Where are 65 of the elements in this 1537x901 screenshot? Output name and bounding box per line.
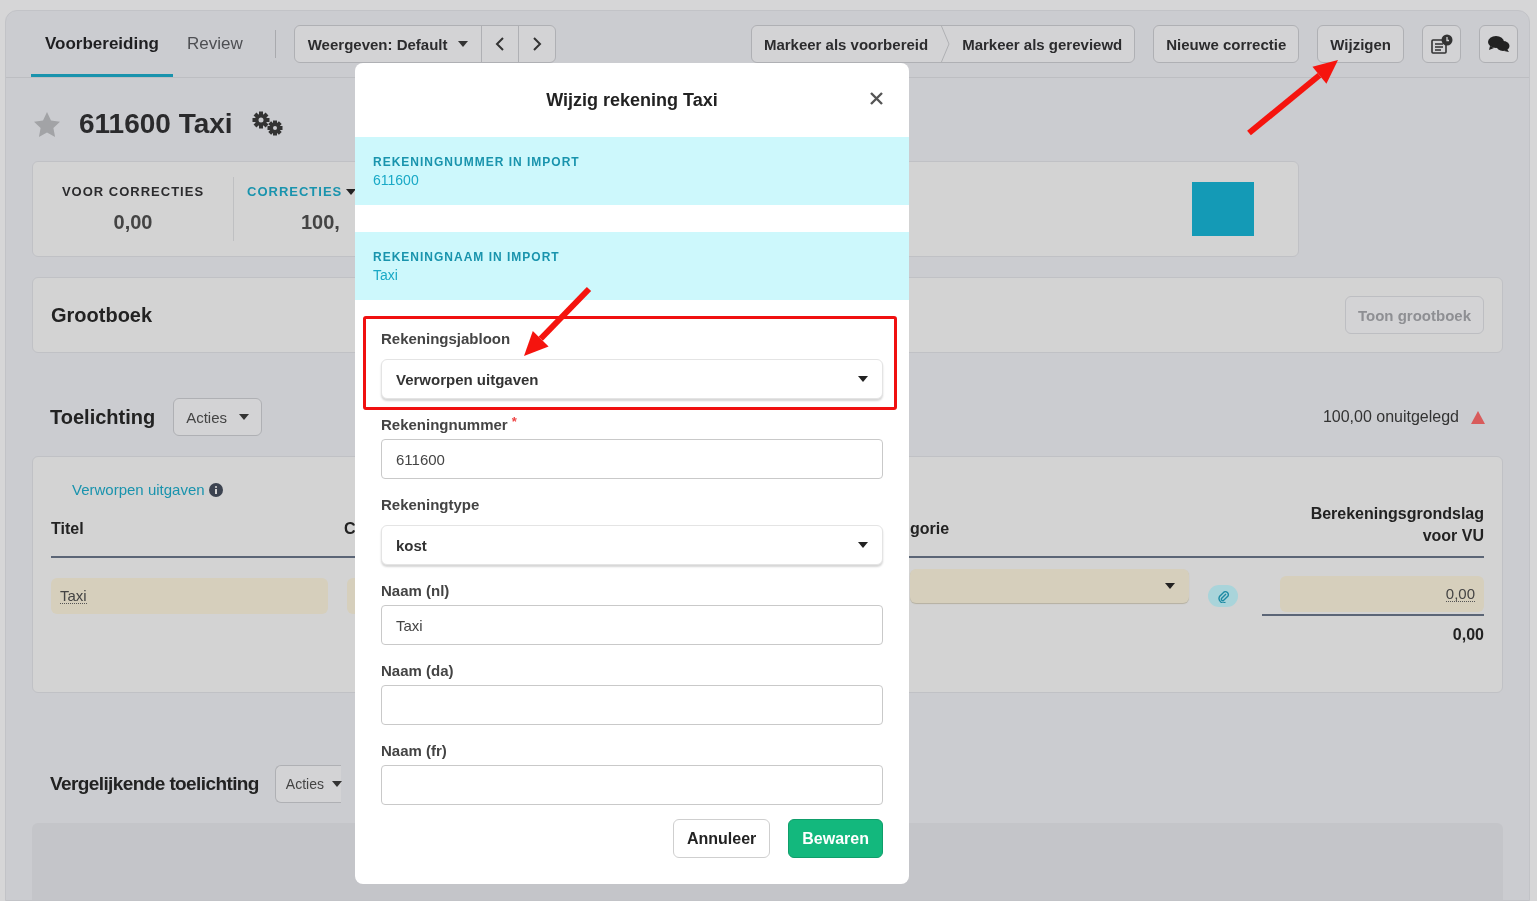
caret-icon	[346, 188, 357, 195]
paperclip-icon	[1217, 588, 1229, 603]
caret-icon	[457, 41, 468, 47]
chevron-left-icon	[494, 36, 505, 52]
close-button[interactable]	[870, 92, 883, 105]
status-button[interactable]: Markeer als gereviewd	[950, 26, 1135, 62]
account-title: 611600 Taxi	[79, 108, 233, 140]
history-button[interactable]	[1422, 25, 1461, 63]
field-label: Rekeningsjabloon	[381, 329, 511, 347]
section-title: Grootboek	[51, 303, 153, 327]
toolbar-button[interactable]: Wijzigen	[1317, 25, 1404, 63]
field-label: Rekeningtype	[381, 495, 480, 513]
status-button[interactable]: Markeer als voorbereid	[751, 26, 941, 62]
total-value: 0,00	[1262, 614, 1484, 644]
actions-dropdown[interactable]: Acties	[173, 398, 263, 436]
info-label: REKENINGNUMMER IN IMPORT	[373, 154, 581, 169]
info-value: Taxi	[373, 266, 399, 283]
required-mark: *	[511, 414, 517, 429]
field-label: Naam (fr)	[381, 741, 447, 759]
chevron-right-icon	[531, 36, 542, 52]
section-title: Vergelijkende toelichting	[50, 773, 259, 795]
gears-icon[interactable]	[250, 110, 285, 138]
list-clock-icon	[1430, 34, 1452, 54]
column-header: Berekeningsgrondslag voor VU	[1309, 504, 1484, 546]
tab[interactable]: Review	[173, 11, 257, 77]
summary-label: VOOR CORRECTIES	[61, 184, 205, 199]
select-field[interactable]: Verworpen uitgaven	[381, 359, 883, 399]
field-label: Naam (da)	[381, 661, 454, 679]
input-field[interactable]	[381, 685, 883, 725]
chat-bubbles-icon	[1487, 36, 1509, 52]
title-input[interactable]: Taxi	[51, 577, 328, 614]
input-field[interactable]: Taxi	[381, 605, 883, 645]
column-header: gorie	[910, 520, 950, 539]
dialog-title: Wijzig rekening Taxi	[546, 89, 718, 111]
select-field[interactable]: kost	[381, 525, 883, 565]
annotation-arrow	[524, 286, 592, 356]
input-field[interactable]: 611600	[381, 439, 883, 479]
summary-value: 100,	[300, 211, 341, 234]
toolbar-button[interactable]: Nieuwe correctie	[1153, 25, 1300, 63]
cancel-button[interactable]: Annuleer	[672, 819, 771, 858]
caret-icon	[331, 781, 342, 787]
unexplained-amount: 100,00 onuitgelegd	[1322, 408, 1459, 426]
caret-icon	[239, 414, 250, 420]
info-icon[interactable]	[208, 482, 223, 497]
tab[interactable]: Voorbereiding	[31, 11, 173, 77]
view-dropdown[interactable]: Weergeven: Default	[294, 26, 482, 62]
info-value: 611600	[373, 171, 420, 188]
info-label: REKENINGNAAM IN IMPORT	[373, 249, 561, 264]
summary-value: 0,00	[113, 211, 153, 234]
amount-input[interactable]: 0,00	[1280, 575, 1484, 612]
column-header: C	[344, 520, 356, 539]
input-field[interactable]	[381, 765, 883, 805]
column-header: Titel	[51, 520, 84, 539]
caret-icon	[858, 376, 868, 382]
chart-block	[1192, 182, 1254, 236]
caret-icon	[1165, 582, 1175, 589]
comments-button[interactable]	[1479, 25, 1518, 63]
actions-dropdown[interactable]: Acties	[274, 765, 341, 803]
attachment-button[interactable]	[1208, 584, 1238, 607]
caret-icon	[858, 542, 868, 548]
section-title: Toelichting	[50, 405, 156, 429]
field-label: Rekeningnummer	[381, 415, 508, 433]
star-icon[interactable]	[33, 110, 61, 138]
close-icon	[870, 92, 883, 105]
field-label: Naam (nl)	[381, 581, 450, 599]
